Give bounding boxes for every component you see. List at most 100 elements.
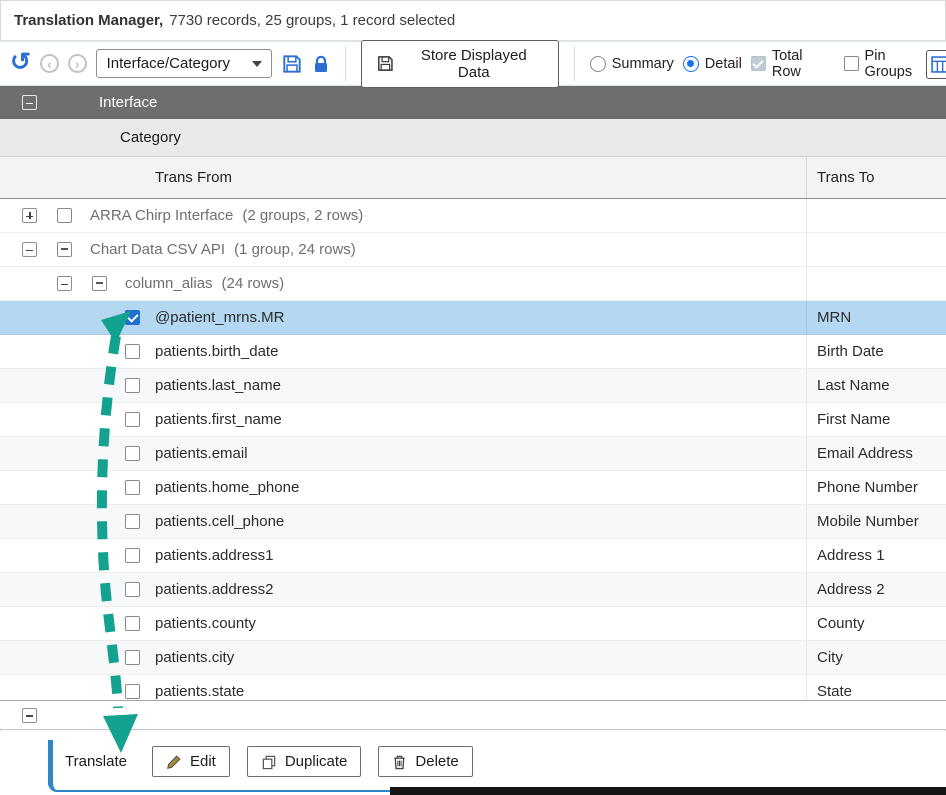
trans-to-value: Phone Number bbox=[817, 479, 918, 496]
trans-to-value: MRN bbox=[817, 309, 851, 326]
row-checkbox[interactable] bbox=[125, 548, 140, 563]
trans-to-cell bbox=[806, 199, 946, 232]
trans-from-value: patients.county bbox=[155, 615, 256, 632]
pin-groups-checkbox[interactable]: Pin Groups bbox=[844, 48, 936, 80]
trans-from-value: patients.last_name bbox=[155, 377, 281, 394]
row-checkbox[interactable] bbox=[125, 616, 140, 631]
table-row[interactable]: patients.cell_phone Mobile Number bbox=[0, 505, 946, 539]
total-row-checkbox[interactable]: Total Row bbox=[751, 48, 835, 80]
table-row[interactable]: patients.county County bbox=[0, 607, 946, 641]
duplicate-button[interactable]: Duplicate bbox=[247, 746, 362, 777]
summary-radio[interactable]: Summary bbox=[590, 56, 674, 72]
row-checkbox[interactable] bbox=[125, 446, 140, 461]
subgroup-label: column_alias bbox=[125, 275, 213, 292]
trans-to-cell: City bbox=[806, 641, 946, 674]
subgroup-meta: (24 rows) bbox=[222, 275, 285, 292]
trans-to-value: County bbox=[817, 615, 865, 632]
app-title: Translation Manager, bbox=[14, 12, 163, 29]
trans-to-value: Mobile Number bbox=[817, 513, 919, 530]
trans-to-cell: Mobile Number bbox=[806, 505, 946, 538]
trash-icon bbox=[392, 754, 407, 770]
trans-to-value: Last Name bbox=[817, 377, 890, 394]
delete-button[interactable]: Delete bbox=[378, 746, 472, 777]
trans-from-value: patients.email bbox=[155, 445, 248, 462]
undo-icon[interactable]: ↺ bbox=[10, 50, 31, 75]
collapse-minus-icon[interactable] bbox=[22, 95, 37, 110]
interface-header-label: Interface bbox=[99, 94, 157, 111]
delete-button-label: Delete bbox=[415, 753, 458, 770]
back-icon[interactable]: ‹ bbox=[40, 54, 59, 73]
table-row[interactable]: patients.address2 Address 2 bbox=[0, 573, 946, 607]
pencil-icon bbox=[166, 754, 182, 770]
radio-icon bbox=[590, 56, 606, 72]
collapse-minus-icon[interactable] bbox=[22, 242, 37, 257]
trans-from-value: patients.address1 bbox=[155, 547, 273, 564]
table-row[interactable]: patients.address1 Address 1 bbox=[0, 539, 946, 573]
checkbox-checked-disabled-icon bbox=[751, 56, 766, 71]
chevron-down-icon bbox=[252, 61, 262, 67]
group-checkbox[interactable] bbox=[57, 208, 72, 223]
grid-icon bbox=[931, 56, 946, 73]
trans-to-cell: Phone Number bbox=[806, 471, 946, 504]
table-row[interactable]: patients.home_phone Phone Number bbox=[0, 471, 946, 505]
trans-from-value: patients.birth_date bbox=[155, 343, 278, 360]
total-row-label: Total Row bbox=[772, 48, 835, 80]
translate-panel: Translate Edit Duplicate Delete bbox=[48, 740, 501, 792]
view-mode-select[interactable]: Interface/Category bbox=[96, 49, 272, 78]
group-label: Chart Data CSV API bbox=[90, 241, 225, 258]
group-row-chart-data-csv-api[interactable]: Chart Data CSV API (1 group, 24 rows) bbox=[0, 233, 946, 267]
group-checkbox-indeterminate[interactable] bbox=[92, 276, 107, 291]
row-checkbox[interactable] bbox=[125, 582, 140, 597]
row-checkbox[interactable] bbox=[125, 514, 140, 529]
trans-to-cell: Address 2 bbox=[806, 573, 946, 606]
edit-button[interactable]: Edit bbox=[152, 746, 230, 777]
trans-from-value: @patient_mrns.MR bbox=[155, 309, 284, 326]
taskbar-strip bbox=[390, 787, 946, 795]
table-row[interactable]: patients.last_name Last Name bbox=[0, 369, 946, 403]
row-checkbox[interactable] bbox=[125, 378, 140, 393]
group-checkbox-indeterminate[interactable] bbox=[57, 242, 72, 257]
leaf-rows: @patient_mrns.MR MRN patients.birth_date… bbox=[0, 301, 946, 709]
detail-radio[interactable]: Detail bbox=[683, 56, 742, 72]
table-row[interactable]: @patient_mrns.MR MRN bbox=[0, 301, 946, 335]
group-row-arra-chirp[interactable]: ARRA Chirp Interface (2 groups, 2 rows) bbox=[0, 199, 946, 233]
trans-to-cell: First Name bbox=[806, 403, 946, 436]
column-header-trans-from[interactable]: Trans From bbox=[0, 157, 806, 198]
store-displayed-data-button[interactable]: Store Displayed Data bbox=[361, 40, 559, 88]
row-checkbox[interactable] bbox=[125, 310, 140, 325]
save-icon[interactable] bbox=[281, 53, 303, 75]
table-row[interactable]: patients.email Email Address bbox=[0, 437, 946, 471]
column-header-trans-to[interactable]: Trans To bbox=[806, 157, 946, 198]
columns-grid-button[interactable] bbox=[926, 50, 946, 79]
table-row[interactable]: patients.city City bbox=[0, 641, 946, 675]
record-summary: 7730 records, 25 groups, 1 record select… bbox=[169, 12, 455, 29]
view-mode-value: Interface/Category bbox=[107, 55, 230, 72]
table-row[interactable]: patients.first_name First Name bbox=[0, 403, 946, 437]
row-checkbox[interactable] bbox=[125, 480, 140, 495]
table-row[interactable]: patients.birth_date Birth Date bbox=[0, 335, 946, 369]
expand-plus-icon[interactable] bbox=[22, 208, 37, 223]
radio-checked-icon bbox=[683, 56, 699, 72]
row-checkbox[interactable] bbox=[125, 412, 140, 427]
column-header-row: Trans From Trans To bbox=[0, 157, 946, 199]
collapse-minus-icon[interactable] bbox=[22, 708, 37, 723]
lock-icon[interactable] bbox=[312, 54, 330, 74]
interface-group-header: Interface bbox=[0, 86, 946, 119]
category-header-label: Category bbox=[120, 129, 181, 146]
row-checkbox[interactable] bbox=[125, 684, 140, 699]
trans-to-cell: Address 1 bbox=[806, 539, 946, 572]
group-meta: (1 group, 24 rows) bbox=[234, 241, 356, 258]
toolbar-separator bbox=[345, 47, 346, 81]
trans-to-value: Email Address bbox=[817, 445, 913, 462]
trans-to-value: Address 1 bbox=[817, 547, 885, 564]
row-checkbox[interactable] bbox=[125, 344, 140, 359]
row-checkbox[interactable] bbox=[125, 650, 140, 665]
trans-from-value: patients.state bbox=[155, 683, 244, 700]
summary-radio-label: Summary bbox=[612, 56, 674, 72]
collapse-minus-icon[interactable] bbox=[57, 276, 72, 291]
trans-to-cell bbox=[806, 233, 946, 266]
group-meta: (2 groups, 2 rows) bbox=[242, 207, 363, 224]
trans-from-value: patients.city bbox=[155, 649, 234, 666]
subgroup-row-column-alias[interactable]: column_alias (24 rows) bbox=[0, 267, 946, 301]
forward-icon[interactable]: › bbox=[68, 54, 87, 73]
